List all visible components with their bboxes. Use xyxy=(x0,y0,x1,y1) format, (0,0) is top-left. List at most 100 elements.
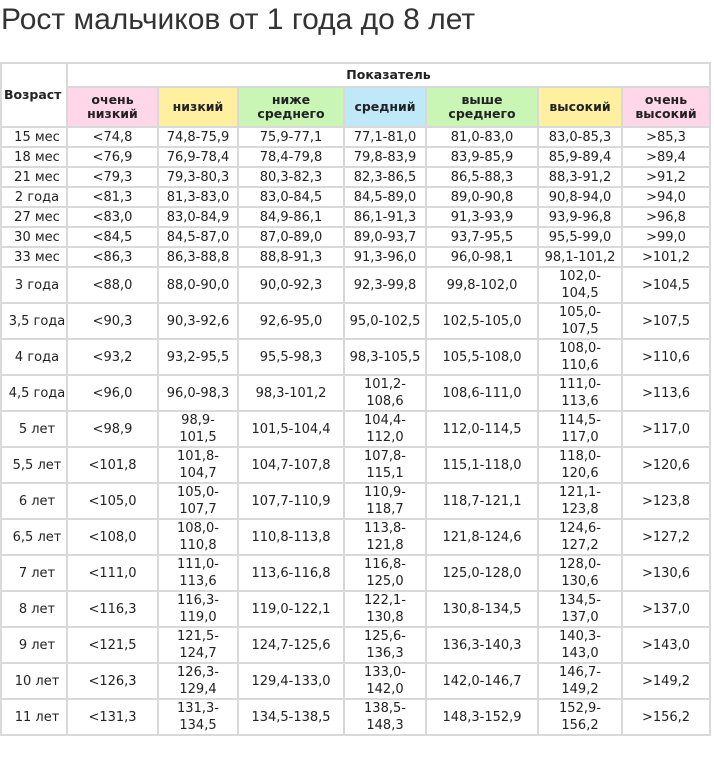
below-average-cell: 104,7-107,8 xyxy=(237,446,345,484)
average-cell: 95,0-102,5 xyxy=(343,302,427,340)
high-cell: 146,7- 149,2 xyxy=(537,662,623,700)
low-cell: 83,0-84,9 xyxy=(157,206,239,228)
indicator-header: Показатель xyxy=(66,62,711,88)
very-high-cell: >113,6 xyxy=(621,374,711,412)
high-cell: 105,0- 107,5 xyxy=(537,302,623,340)
very-low-cell: <84,5 xyxy=(66,226,159,248)
very-high-cell: >94,0 xyxy=(621,186,711,208)
very-high-cell: >149,2 xyxy=(621,662,711,700)
average-cell: 86,1-91,3 xyxy=(343,206,427,228)
above-average-cell: 83,9-85,9 xyxy=(425,146,539,168)
table-row: 18 мес <76,9 76,9-78,4 78,4-79,8 79,8-83,9 83… xyxy=(0,146,711,168)
low-cell: 98,9- 101,5 xyxy=(157,410,239,448)
above-average-cell: 148,3-152,9 xyxy=(425,698,539,736)
very-high-cell: >117,0 xyxy=(621,410,711,448)
low-cell: 88,0-90,0 xyxy=(157,266,239,304)
below-average-cell: 110,8-113,8 xyxy=(237,518,345,556)
high-cell: 102,0- 104,5 xyxy=(537,266,623,304)
high-cell: 111,0- 113,6 xyxy=(537,374,623,412)
high-cell: 114,5- 117,0 xyxy=(537,410,623,448)
table-row: 10 лет <126,3 126,3- 129,4 129,4-133,0 133,0… xyxy=(0,662,711,700)
age-cell: 2 года xyxy=(0,186,68,208)
page-title: Рост мальчиков от 1 года до 8 лет xyxy=(1,3,476,36)
very-high-cell: >101,2 xyxy=(621,246,711,268)
table-row: 7 лет <111,0 111,0- 113,6 113,6-116,8 116,8-… xyxy=(0,554,711,592)
low-cell: 126,3- 129,4 xyxy=(157,662,239,700)
col-below-average: ниже среднего xyxy=(237,86,345,128)
table-row: 2 года <81,3 81,3-83,0 83,0-84,5 84,5-89,0 89… xyxy=(0,186,711,208)
average-cell: 133,0- 142,0 xyxy=(343,662,427,700)
high-cell: 140,3- 143,0 xyxy=(537,626,623,664)
above-average-cell: 142,0-146,7 xyxy=(425,662,539,700)
average-cell: 91,3-96,0 xyxy=(343,246,427,268)
low-cell: 121,5- 124,7 xyxy=(157,626,239,664)
average-cell: 79,8-83,9 xyxy=(343,146,427,168)
below-average-cell: 84,9-86,1 xyxy=(237,206,345,228)
table-row: 6 лет <105,0 105,0- 107,7 107,7-110,9 110,9-… xyxy=(0,482,711,520)
below-average-cell: 113,6-116,8 xyxy=(237,554,345,592)
table-row: 27 мес <83,0 83,0-84,9 84,9-86,1 86,1-91,3 91… xyxy=(0,206,711,228)
very-low-cell: <116,3 xyxy=(66,590,159,628)
average-cell: 101,2- 108,6 xyxy=(343,374,427,412)
age-cell: 8 лет xyxy=(0,590,68,628)
high-cell: 90,8-94,0 xyxy=(537,186,623,208)
low-cell: 105,0- 107,7 xyxy=(157,482,239,520)
very-high-cell: >130,6 xyxy=(621,554,711,592)
very-low-cell: <88,0 xyxy=(66,266,159,304)
below-average-cell: 90,0-92,3 xyxy=(237,266,345,304)
very-low-cell: <101,8 xyxy=(66,446,159,484)
low-cell: 74,8-75,9 xyxy=(157,126,239,148)
table-row: 3 года <88,0 88,0-90,0 90,0-92,3 92,3-99,8 99… xyxy=(0,266,711,304)
below-average-cell: 101,5-104,4 xyxy=(237,410,345,448)
high-cell: 88,3-91,2 xyxy=(537,166,623,188)
below-average-cell: 98,3-101,2 xyxy=(237,374,345,412)
very-low-cell: <108,0 xyxy=(66,518,159,556)
above-average-cell: 112,0-114,5 xyxy=(425,410,539,448)
very-low-cell: <86,3 xyxy=(66,246,159,268)
very-high-cell: >123,8 xyxy=(621,482,711,520)
low-cell: 90,3-92,6 xyxy=(157,302,239,340)
low-cell: 108,0- 110,8 xyxy=(157,518,239,556)
very-low-cell: <111,0 xyxy=(66,554,159,592)
very-high-cell: >143,0 xyxy=(621,626,711,664)
below-average-cell: 124,7-125,6 xyxy=(237,626,345,664)
low-cell: 84,5-87,0 xyxy=(157,226,239,248)
high-cell: 118,0- 120,6 xyxy=(537,446,623,484)
above-average-cell: 108,6-111,0 xyxy=(425,374,539,412)
below-average-cell: 134,5-138,5 xyxy=(237,698,345,736)
high-cell: 83,0-85,3 xyxy=(537,126,623,148)
below-average-cell: 107,7-110,9 xyxy=(237,482,345,520)
category-header-row: очень низкий низкий ниже среднего средни… xyxy=(1,86,711,128)
age-cell: 18 мес xyxy=(0,146,68,168)
low-cell: 79,3-80,3 xyxy=(157,166,239,188)
average-cell: 77,1-81,0 xyxy=(343,126,427,148)
below-average-cell: 78,4-79,8 xyxy=(237,146,345,168)
age-cell: 9 лет xyxy=(0,626,68,664)
below-average-cell: 75,9-77,1 xyxy=(237,126,345,148)
high-cell: 108,0- 110,6 xyxy=(537,338,623,376)
above-average-cell: 91,3-93,9 xyxy=(425,206,539,228)
below-average-cell: 88,8-91,3 xyxy=(237,246,345,268)
very-high-cell: >127,2 xyxy=(621,518,711,556)
age-cell: 30 мес xyxy=(0,226,68,248)
very-low-cell: <74,8 xyxy=(66,126,159,148)
high-cell: 121,1- 123,8 xyxy=(537,482,623,520)
average-cell: 116,8- 125,0 xyxy=(343,554,427,592)
very-low-cell: <131,3 xyxy=(66,698,159,736)
high-cell: 93,9-96,8 xyxy=(537,206,623,228)
very-high-cell: >120,6 xyxy=(621,446,711,484)
very-low-cell: <76,9 xyxy=(66,146,159,168)
below-average-cell: 80,3-82,3 xyxy=(237,166,345,188)
table-body: 15 мес <74,8 74,8-75,9 75,9-77,1 77,1-81,0 81… xyxy=(0,126,711,736)
col-very-low: очень низкий xyxy=(66,86,159,128)
above-average-cell: 99,8-102,0 xyxy=(425,266,539,304)
very-low-cell: <93,2 xyxy=(66,338,159,376)
col-low: низкий xyxy=(157,86,239,128)
low-cell: 86,3-88,8 xyxy=(157,246,239,268)
table-header: Возраст Показатель очень низкий низкий н… xyxy=(0,62,711,128)
above-average-cell: 125,0-128,0 xyxy=(425,554,539,592)
high-cell: 85,9-89,4 xyxy=(537,146,623,168)
table-row: 6,5 лет <108,0 108,0- 110,8 110,8-113,8 113,… xyxy=(0,518,711,556)
very-high-cell: >104,5 xyxy=(621,266,711,304)
below-average-cell: 129,4-133,0 xyxy=(237,662,345,700)
